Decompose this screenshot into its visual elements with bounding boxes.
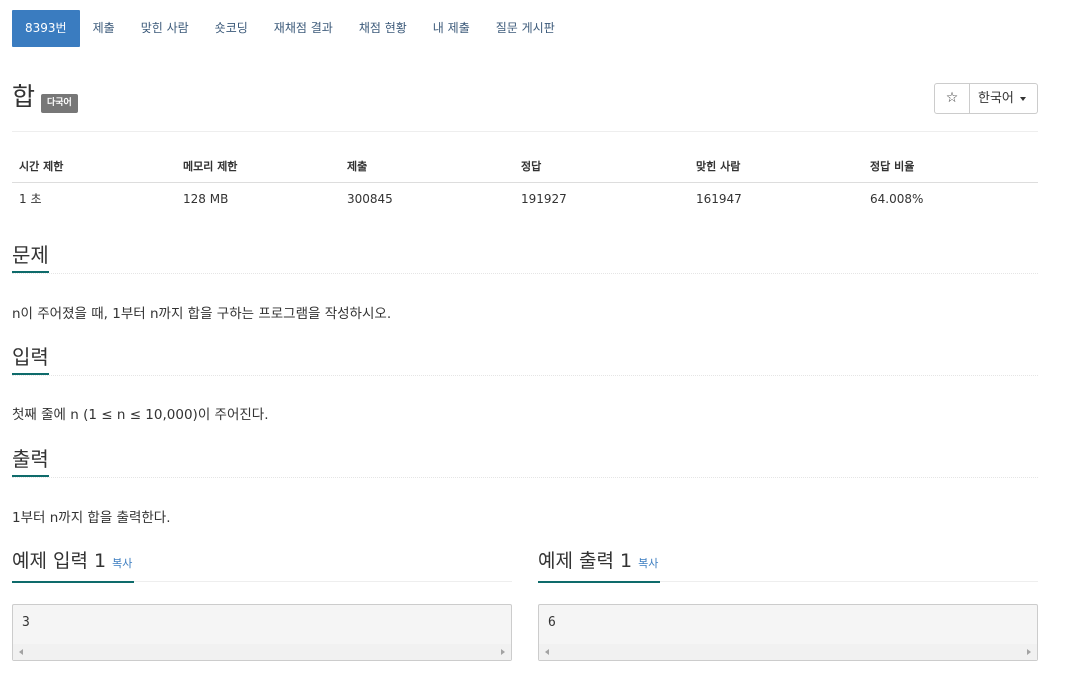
tab-solved-users[interactable]: 맞힌 사람 xyxy=(128,10,202,47)
sample-output-header: 예제 출력 1 복사 xyxy=(538,544,1038,583)
sample-output-title: 예제 출력 1 xyxy=(538,550,633,572)
header-time-limit: 시간 제한 xyxy=(12,150,176,183)
language-label: 한국어 xyxy=(978,91,1014,106)
tab-problem-number[interactable]: 8393번 xyxy=(12,10,80,47)
input-description: 첫째 줄에 n (1 ≤ n ≤ 10,000)이 주어진다. xyxy=(12,407,269,423)
problem-heading: 문제 xyxy=(12,240,49,273)
header-accepted: 정답 xyxy=(514,150,689,183)
accepted-value: 191927 xyxy=(521,191,567,206)
horizontal-scrollbar[interactable] xyxy=(13,644,511,660)
submissions-value: 300845 xyxy=(347,191,393,206)
copy-sample-input-button[interactable]: 복사 xyxy=(112,557,132,570)
tab-judge-status[interactable]: 채점 현황 xyxy=(346,10,420,47)
tab-question-board[interactable]: 질문 게시판 xyxy=(483,10,568,47)
problem-info-table: 시간 제한 메모리 제한 제출 정답 맞힌 사람 정답 비율 1 초 128 M… xyxy=(12,150,1038,215)
title-divider xyxy=(12,131,1038,132)
problem-menu-tabs: 8393번 제출 맞힌 사람 숏코딩 재채점 결과 채점 현황 내 제출 질문 … xyxy=(12,10,568,47)
title-button-group: ☆ 한국어 xyxy=(934,83,1038,114)
sample-output-box: 6 xyxy=(538,604,1038,661)
sample-input-heading: 예제 입력 1 복사 xyxy=(12,544,135,583)
multilingual-badge: 다국어 xyxy=(41,94,78,113)
input-section-header: 입력 xyxy=(12,342,1038,376)
horizontal-scrollbar[interactable] xyxy=(539,644,1037,660)
output-section-header: 출력 xyxy=(12,444,1038,478)
header-accept-ratio: 정답 비율 xyxy=(863,150,1038,183)
sample-input-title: 예제 입력 1 xyxy=(12,550,107,572)
header-memory-limit: 메모리 제한 xyxy=(176,150,340,183)
input-heading: 입력 xyxy=(12,342,49,375)
output-heading: 출력 xyxy=(12,444,49,477)
tab-short-coding[interactable]: 숏코딩 xyxy=(202,10,261,47)
page-title: 합 xyxy=(12,82,36,111)
solved-users-value: 161947 xyxy=(696,191,742,206)
scroll-left-arrow-icon[interactable] xyxy=(545,649,549,655)
tab-my-submissions[interactable]: 내 제출 xyxy=(420,10,483,47)
language-dropdown-button[interactable]: 한국어 xyxy=(970,83,1038,114)
star-icon: ☆ xyxy=(945,90,959,106)
problem-section-header: 문제 xyxy=(12,240,1038,274)
sample-output-value: 6 xyxy=(548,615,556,630)
table-row: 1 초 128 MB 300845 191927 161947 64.008% xyxy=(12,182,1038,215)
header-submissions: 제출 xyxy=(340,150,514,183)
sample-input-box: 3 xyxy=(12,604,512,661)
sample-input-header: 예제 입력 1 복사 xyxy=(12,544,512,583)
favorite-star-button[interactable]: ☆ xyxy=(934,83,970,114)
output-description: 1부터 n까지 합을 출력한다. xyxy=(12,510,171,526)
scroll-left-arrow-icon[interactable] xyxy=(19,649,23,655)
time-limit-value: 1 초 xyxy=(19,192,42,207)
copy-sample-output-button[interactable]: 복사 xyxy=(638,557,658,570)
memory-limit-value: 128 MB xyxy=(183,191,229,206)
sample-input-value: 3 xyxy=(22,615,30,630)
accept-ratio-value: 64.008% xyxy=(870,191,924,206)
sample-output-heading: 예제 출력 1 복사 xyxy=(538,544,661,583)
header-solved-users: 맞힌 사람 xyxy=(689,150,863,183)
scroll-right-arrow-icon[interactable] xyxy=(501,649,505,655)
chevron-down-icon xyxy=(1019,96,1026,101)
scroll-right-arrow-icon[interactable] xyxy=(1027,649,1031,655)
problem-description: n이 주어졌을 때, 1부터 n까지 합을 구하는 프로그램을 작성하시오. xyxy=(12,306,392,322)
tab-submit[interactable]: 제출 xyxy=(80,10,128,47)
tab-rejudge-results[interactable]: 재채점 결과 xyxy=(261,10,346,47)
table-header-row: 시간 제한 메모리 제한 제출 정답 맞힌 사람 정답 비율 xyxy=(12,150,1038,183)
